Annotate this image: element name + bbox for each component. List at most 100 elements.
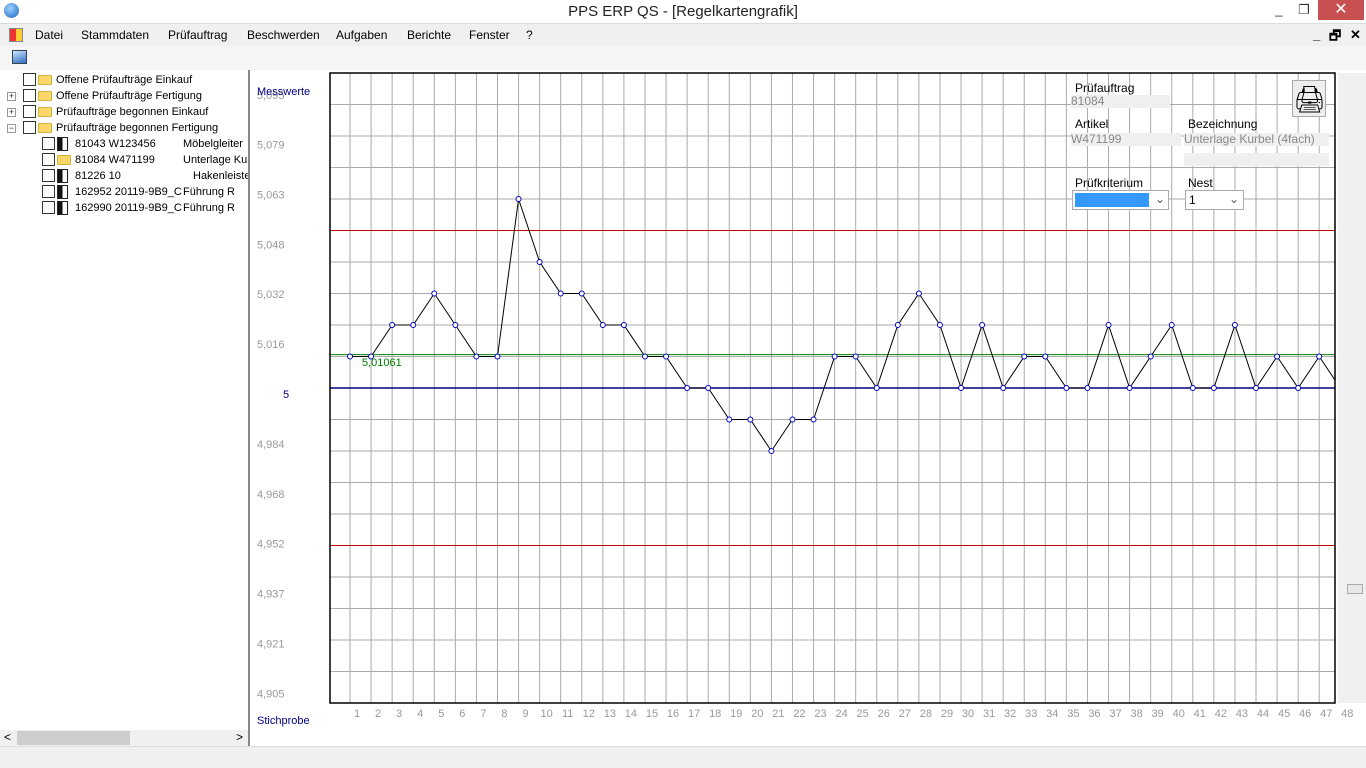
data-point <box>1126 385 1133 391</box>
y-tick-label: 5,032 <box>257 289 285 301</box>
x-axis-title: Stichprobe <box>257 715 310 727</box>
artikel-label: Artikel <box>1075 117 1109 131</box>
tree-checkbox[interactable] <box>42 153 55 166</box>
pruefkriterium-label: Prüfkriterium <box>1075 176 1144 190</box>
tree-horizontal-scrollbar[interactable]: < > <box>0 730 248 746</box>
tree-node[interactable]: 162952 20119-9B9_C Führung R <box>0 184 248 200</box>
data-point <box>894 322 901 328</box>
pruefkriterium-select[interactable]: ⌄ <box>1072 190 1169 210</box>
mdi-window-icon[interactable] <box>9 28 23 42</box>
menu-berichte[interactable]: Berichte <box>407 28 451 42</box>
x-tick-label: 43 <box>1236 708 1248 720</box>
menu-bar: Datei Stammdaten Prüfauftrag Beschwerden… <box>0 23 1366 46</box>
x-tick-label: 21 <box>772 708 784 720</box>
tree-checkbox[interactable] <box>42 169 55 182</box>
nest-label: Nest <box>1188 176 1213 190</box>
nest-select[interactable]: 1 ⌄ <box>1185 190 1244 210</box>
tree-node[interactable]: 81084 W471199 Unterlage Kurbel <box>0 152 248 168</box>
x-tick-label: 38 <box>1130 708 1142 720</box>
x-tick-label: 5 <box>438 708 444 720</box>
x-tick-label: 26 <box>878 708 890 720</box>
y-tick-label: 4,968 <box>257 489 285 501</box>
data-point <box>431 290 438 297</box>
folder-open-icon <box>38 107 52 117</box>
tree-node[interactable]: Offene Prüfaufträge Einkauf <box>0 72 248 88</box>
data-point <box>979 322 986 328</box>
data-point <box>1231 322 1238 328</box>
control-chart-pane: 5,095 5,079 5,063 5,048 5,032 5,016 5 4,984 4,96… <box>250 70 1366 746</box>
x-tick-label: 17 <box>688 708 700 720</box>
tree-node[interactable]: 162990 20119-9B9_C Führung R <box>0 200 248 216</box>
tree-node-label: 162990 20119-9B9_C <box>75 202 182 214</box>
x-tick-label: 30 <box>962 708 974 720</box>
menu-datei[interactable]: Datei <box>35 28 63 42</box>
tree-checkbox[interactable] <box>23 89 36 102</box>
x-tick-label: 28 <box>920 708 932 720</box>
chart-vertical-scrollbar[interactable] <box>1338 73 1366 703</box>
data-point <box>1105 322 1112 328</box>
x-tick-label: 19 <box>730 708 742 720</box>
x-tick-label: 1 <box>354 708 360 720</box>
x-tick-label: 29 <box>941 708 953 720</box>
x-tick-label: 10 <box>541 708 553 720</box>
data-point <box>473 353 480 360</box>
scrollbar-thumb[interactable] <box>17 731 130 745</box>
scrollbar-thumb[interactable] <box>1347 584 1363 594</box>
tree-node[interactable]: 81226 10 Hakenleiste <box>0 168 248 184</box>
print-button[interactable]: 🖨 <box>1292 80 1326 117</box>
tree-checkbox[interactable] <box>42 185 55 198</box>
tree-checkbox[interactable] <box>42 201 55 214</box>
tree-node[interactable]: 81043 W123456 Möbelgleiter <box>0 136 248 152</box>
tree-checkbox[interactable] <box>23 121 36 134</box>
folder-open-icon <box>38 123 52 133</box>
menu-stammdaten[interactable]: Stammdaten <box>81 28 149 42</box>
data-point <box>557 290 564 297</box>
y-tick-label: 4,952 <box>257 539 285 551</box>
menu-beschwerden[interactable]: Beschwerden <box>247 28 320 42</box>
menu-aufgaben[interactable]: Aufgaben <box>336 28 387 42</box>
menu-help[interactable]: ? <box>526 28 533 42</box>
tree-node-label: Prüfaufträge begonnen Einkauf <box>56 106 209 118</box>
bezeichnung-field-2 <box>1184 153 1329 166</box>
bezeichnung-label: Bezeichnung <box>1188 117 1258 131</box>
restore-button[interactable]: ❐ <box>1287 0 1321 20</box>
tree-node-label: Offene Prüfaufträge Fertigung <box>56 90 202 102</box>
menu-fenster[interactable]: Fenster <box>469 28 510 42</box>
tree-node-label: 81043 W123456 <box>75 138 156 150</box>
folder-icon <box>38 91 52 101</box>
data-point <box>599 322 606 328</box>
x-tick-label: 7 <box>480 708 486 720</box>
data-point <box>578 290 585 297</box>
collapse-icon[interactable]: − <box>7 124 16 133</box>
x-tick-label: 3 <box>396 708 402 720</box>
x-tick-label: 13 <box>604 708 616 720</box>
mdi-minimize-button[interactable]: _ <box>1313 27 1320 42</box>
close-button[interactable]: ✕ <box>1318 0 1364 20</box>
chart-image-icon[interactable] <box>12 50 27 64</box>
x-tick-label: 40 <box>1173 708 1185 720</box>
printer-icon: 🖨 <box>1293 84 1327 114</box>
scroll-left-arrow[interactable]: < <box>4 730 11 744</box>
x-tick-label: 11 <box>562 708 573 720</box>
tree-node-description: Möbelgleiter <box>183 138 243 150</box>
tree-node[interactable]: + Offene Prüfaufträge Fertigung <box>0 88 248 104</box>
tree-checkbox[interactable] <box>42 137 55 150</box>
data-point <box>515 196 522 202</box>
scroll-right-arrow[interactable]: > <box>236 730 243 744</box>
x-tick-label: 8 <box>501 708 507 720</box>
data-point <box>641 353 648 360</box>
x-tick-label: 12 <box>583 708 595 720</box>
expand-icon[interactable]: + <box>7 92 16 101</box>
tree-checkbox[interactable] <box>23 73 36 86</box>
nest-value: 1 <box>1189 193 1196 207</box>
x-tick-label: 4 <box>417 708 423 720</box>
menu-pruefauftrag[interactable]: Prüfauftrag <box>168 28 227 42</box>
tree-node[interactable]: − Prüfaufträge begonnen Fertigung <box>0 120 248 136</box>
chevron-down-icon: ⌄ <box>1155 192 1166 206</box>
window-title: PPS ERP QS - [Regelkartengrafik] <box>568 3 798 20</box>
expand-icon[interactable]: + <box>7 108 16 117</box>
mdi-close-button[interactable]: ✕ <box>1350 27 1361 43</box>
mean-label: 5,01061 <box>362 357 402 369</box>
tree-checkbox[interactable] <box>23 105 36 118</box>
tree-node[interactable]: + Prüfaufträge begonnen Einkauf <box>0 104 248 120</box>
